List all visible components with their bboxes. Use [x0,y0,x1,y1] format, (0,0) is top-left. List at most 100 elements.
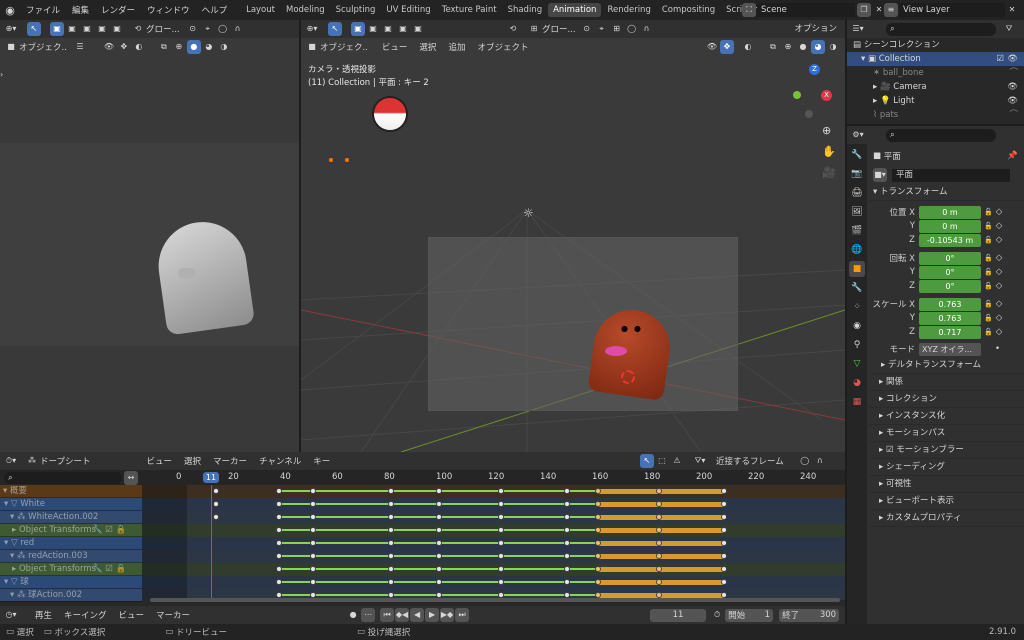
data-tab-icon[interactable]: ▽ [849,356,865,372]
select-new-icon[interactable]: ▣ [50,22,64,36]
dopesheet-menu-0[interactable]: ビュー [141,455,179,467]
editor-type-icon[interactable]: ⏱▾ [4,454,18,468]
keyframe[interactable] [435,566,442,572]
keyframe[interactable] [655,566,662,572]
workspace-tab-texture-paint[interactable]: Texture Paint [437,3,502,17]
current-frame-field[interactable]: 11 [650,608,707,622]
keyframe[interactable] [563,501,570,507]
camera-plane[interactable] [428,237,738,411]
scene-field[interactable]: Scene [757,3,855,17]
rotation-z-keyframe-icon[interactable]: ◇ [996,281,1003,291]
keyframe[interactable] [563,514,570,520]
keyframe[interactable] [435,488,442,494]
location-x-field[interactable]: 0 m [919,205,981,219]
shading-material-icon[interactable]: ◕ [202,40,216,54]
keyframe[interactable] [435,553,442,559]
keyframe[interactable] [212,514,219,520]
visibility-icon[interactable]: 👁 [102,40,116,54]
keyframe[interactable] [275,579,282,585]
view-layer-tab-icon[interactable]: 🖼 [849,204,865,220]
editor-type-icon[interactable]: ⊕▾ [4,22,18,36]
keyframe[interactable] [275,501,282,507]
keyframe[interactable] [309,553,316,559]
keyframe[interactable] [655,514,662,520]
select-subtract-icon[interactable]: ▣ [80,22,94,36]
dopesheet-mode-icon[interactable]: ⁂ [25,454,39,468]
auto-key-icon[interactable]: ⋯ [361,608,376,622]
keyframe[interactable] [309,579,316,585]
keyframe[interactable] [721,527,728,533]
properties-section-5[interactable]: ▸ シェーディング [869,459,1024,476]
end-frame-field[interactable]: 終了 300 [779,608,840,622]
object-tab-icon[interactable]: ■ [849,261,865,277]
outliner-row-camera[interactable]: ▸ 🎥 Camera 👁 [847,80,1024,94]
channel-search[interactable]: ⌕ [4,471,122,484]
start-frame-field[interactable]: 開始 1 [725,608,774,622]
3d-cursor-icon[interactable] [621,370,635,384]
properties-section-3[interactable]: ▸ モーションパス [869,425,1024,442]
keyframe[interactable] [563,527,570,533]
scale-z-field[interactable]: 0.717 [919,325,981,339]
workspace-tab-layout[interactable]: Layout [241,3,280,17]
select-invert-icon[interactable]: ▣ [95,22,109,36]
view-layer-close-icon[interactable]: ✕ [1005,3,1019,17]
properties-section-0[interactable]: ▸ 関係 [869,374,1024,391]
eye-icon[interactable]: 👁 [1007,80,1018,94]
keyframe[interactable] [275,514,282,520]
scale-z-keyframe-icon[interactable]: ◇ [996,327,1003,337]
properties-section-7[interactable]: ▸ ビューポート表示 [869,493,1024,510]
only-errors-icon[interactable]: ⚠ [670,454,684,468]
gizmo-icon[interactable]: ✥ [117,40,131,54]
keyframe[interactable] [498,514,505,520]
keyframe[interactable] [563,579,570,585]
snap-icon[interactable]: ⌖ [201,22,215,36]
top-menu-3[interactable]: ウィンドウ [141,4,196,16]
outliner-search[interactable]: ⌕ [886,22,996,36]
top-menu-4[interactable]: ヘルプ [196,4,234,16]
object-type-icon[interactable]: ■▾ [873,168,887,182]
horizontal-scrollbar[interactable] [150,598,840,602]
keyframe[interactable] [388,514,395,520]
keyframe[interactable] [388,488,395,494]
timeline-menu-2[interactable]: ビュー [113,609,151,621]
keyframe[interactable] [498,553,505,559]
properties-section-6[interactable]: ▸ 可視性 [869,476,1024,493]
workspace-tab-shading[interactable]: Shading [503,3,548,17]
rotation-y-lock-icon[interactable]: 🔓 [984,268,993,276]
jump-end-icon[interactable]: ⏭ [455,608,470,622]
orientation-dropdown[interactable]: グロー... [146,23,180,35]
modifier-tab-icon[interactable]: 🔧 [849,280,865,296]
location-z-field[interactable]: -0.10543 m [919,233,981,247]
keyframe[interactable] [212,488,219,494]
top-menu-2[interactable]: レンダー [95,4,141,16]
outliner-type-icon[interactable]: ☰▾ [851,22,865,36]
keyframe[interactable] [435,514,442,520]
properties-search[interactable]: ⌕ [886,128,996,142]
rotation-mode-dropdown[interactable]: XYZ オイラ... [919,342,981,356]
workspace-tab-compositing[interactable]: Compositing [657,3,720,17]
workspace-tab-animation[interactable]: Animation [548,3,602,17]
snap-mode-dropdown[interactable]: 近接するフレーム [716,455,784,467]
falloff-icon[interactable]: ∩ [813,454,827,468]
keyframe[interactable] [721,514,728,520]
scene-collection-row[interactable]: ▤ シーンコレクション [847,38,1024,52]
keyframe[interactable] [721,566,728,572]
zoom-icon[interactable]: ⊕ [822,124,831,137]
keyframe[interactable] [721,553,728,559]
keyframe[interactable] [309,514,316,520]
swap-icon[interactable]: ↔ [124,470,138,485]
material-tab-icon[interactable]: ◕ [849,375,865,391]
scale-z-lock-icon[interactable]: 🔓 [984,328,993,336]
keyframe[interactable] [435,501,442,507]
rotation-y-keyframe-icon[interactable]: ◇ [996,267,1003,277]
top-menu-0[interactable]: ファイル [20,4,66,16]
current-frame-badge[interactable]: 11 [203,472,219,483]
workspace-tab-sculpting[interactable]: Sculpting [331,3,381,17]
timeline-menu-0[interactable]: 再生 [29,609,58,621]
scale-y-field[interactable]: 0.763 [919,311,981,325]
rotation-z-field[interactable]: 0° [919,279,981,293]
record-icon[interactable]: ● [346,608,360,622]
keyframe[interactable] [655,553,662,559]
playhead-line[interactable] [211,485,212,600]
output-tab-icon[interactable]: 🖨 [849,185,865,201]
